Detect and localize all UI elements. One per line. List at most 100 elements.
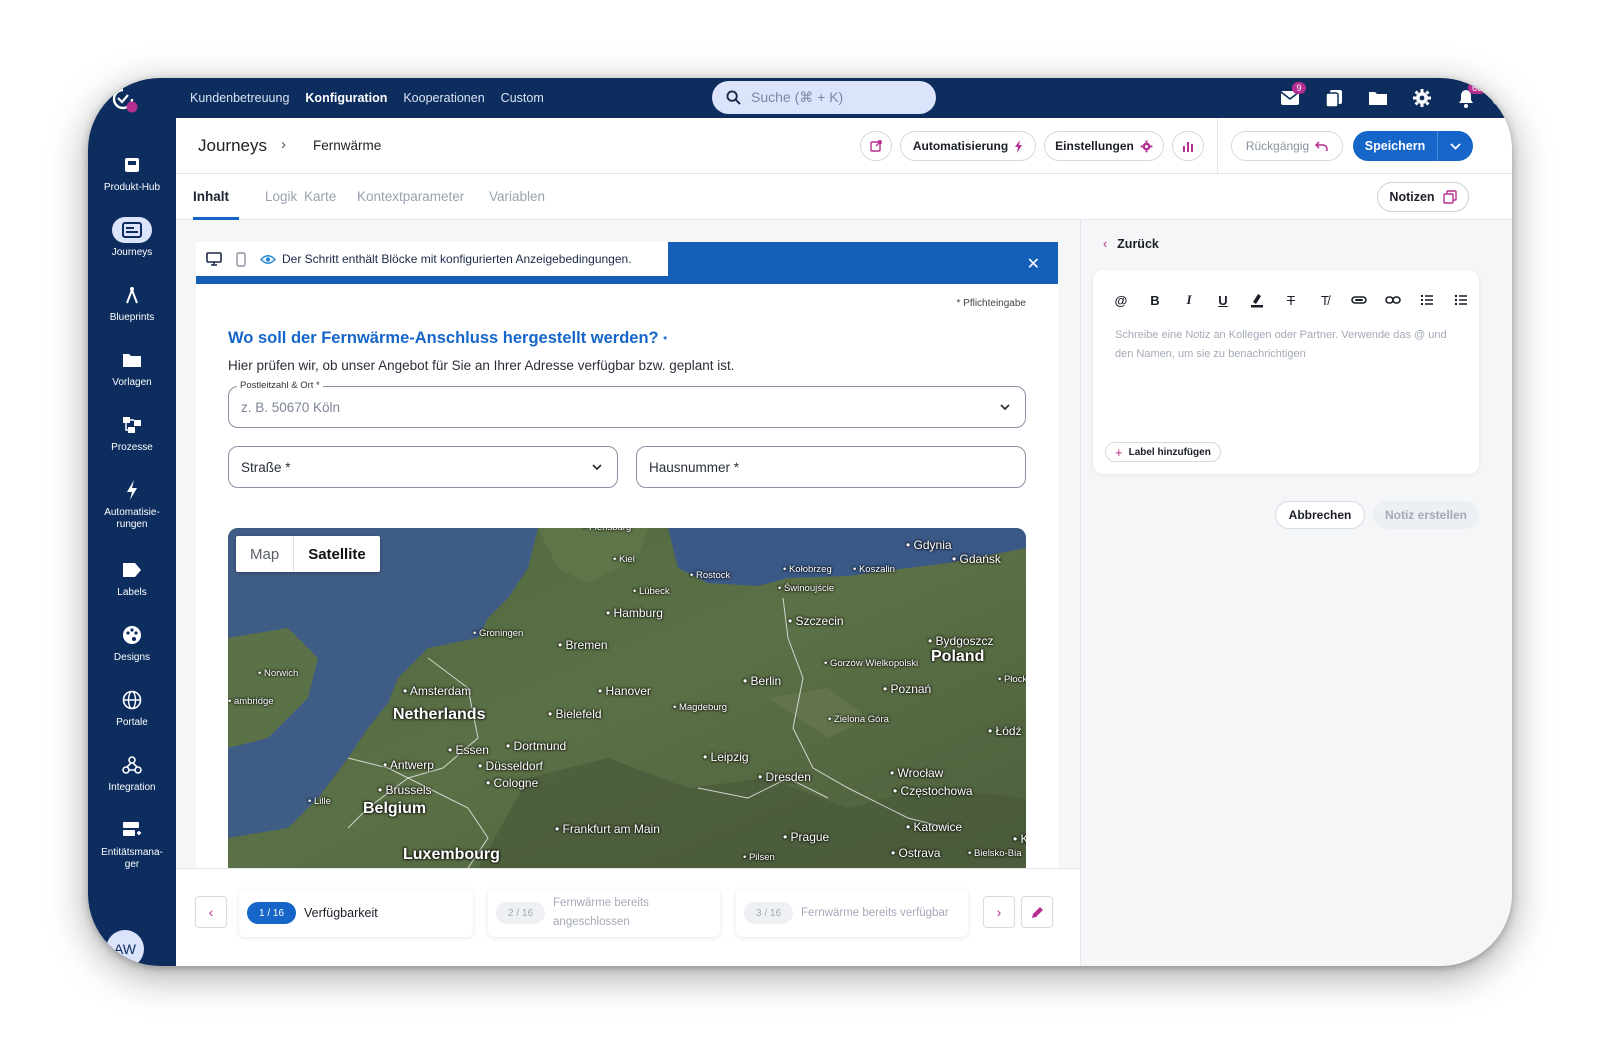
- topnav-item-kooperationen[interactable]: Kooperationen: [403, 91, 484, 105]
- sidebar-item-produkt-hub[interactable]: Produkt-Hub: [88, 152, 176, 194]
- sidebar-item-blueprints[interactable]: Blueprints: [88, 282, 176, 324]
- italic-icon[interactable]: I: [1179, 290, 1199, 310]
- street-label: Straße *: [241, 459, 291, 475]
- next-step-button[interactable]: ›: [983, 896, 1015, 928]
- save-dropdown-button[interactable]: [1437, 131, 1473, 161]
- strikethrough-icon[interactable]: T: [1281, 290, 1301, 310]
- underline-icon[interactable]: U: [1213, 290, 1233, 310]
- breadcrumb-root[interactable]: Journeys: [198, 136, 267, 156]
- cancel-button[interactable]: Abbrechen: [1275, 501, 1365, 529]
- tab-kontextparameter[interactable]: Kontextparameter: [357, 189, 464, 204]
- folder-icon: [1369, 92, 1387, 105]
- avatar[interactable]: AW: [106, 930, 144, 966]
- webhook-icon: [112, 752, 152, 778]
- sidebar-item-labels[interactable]: Labels: [88, 557, 176, 599]
- link-icon[interactable]: [1383, 290, 1403, 310]
- bold-icon[interactable]: B: [1145, 290, 1165, 310]
- map-label: • Leipzig: [703, 750, 749, 764]
- notifications-button[interactable]: 68: [1444, 78, 1488, 118]
- sidebar-item-automatisierungen[interactable]: Automatisie-rungen: [88, 477, 176, 531]
- sidebar-item-entitaetsmanager[interactable]: Entitätsmana-ger: [88, 817, 176, 871]
- search-placeholder: Suche (⌘ + K): [751, 89, 844, 105]
- settings-label: Einstellungen: [1055, 139, 1134, 153]
- clear-format-icon[interactable]: T̸: [1315, 290, 1335, 310]
- postal-code-placeholder: z. B. 50670 Köln: [241, 399, 341, 415]
- create-note-button[interactable]: Notiz erstellen: [1373, 501, 1479, 529]
- back-label: Zurück: [1117, 237, 1159, 251]
- topnav-item-konfiguration[interactable]: Konfiguration: [305, 91, 387, 105]
- save-label: Speichern: [1364, 139, 1426, 153]
- notes-button[interactable]: Notizen: [1377, 182, 1469, 212]
- topnav-item-custom[interactable]: Custom: [501, 91, 544, 105]
- map-view[interactable]: Map Satellite • Flensburg • Kiel • Rostock…: [228, 528, 1026, 868]
- chevron-left-icon: ‹: [208, 904, 214, 920]
- tab-inhalt[interactable]: Inhalt: [193, 189, 229, 204]
- previous-step-button[interactable]: ‹: [195, 896, 227, 928]
- add-label-button[interactable]: + Label hinzufügen: [1105, 442, 1221, 462]
- mail-button[interactable]: 9: [1268, 78, 1312, 118]
- save-button[interactable]: Speichern: [1353, 131, 1473, 161]
- map-label: • Kr: [1013, 832, 1026, 846]
- map-label: • Norwich: [258, 668, 299, 679]
- tab-variablen[interactable]: Variablen: [489, 189, 545, 204]
- close-icon[interactable]: ✕: [1027, 254, 1040, 274]
- map-toggle-map[interactable]: Map: [236, 536, 293, 572]
- settings-button[interactable]: [1400, 78, 1444, 118]
- notes-label: Notizen: [1389, 190, 1435, 204]
- map-label: • Antwerp: [383, 758, 434, 772]
- note-editor[interactable]: @ B I U T T̸ Schreibe eine Notiz an Koll…: [1093, 270, 1479, 474]
- sidebar-item-prozesse[interactable]: Prozesse: [88, 412, 176, 454]
- step-card-1[interactable]: 1 / 16 Verfügbarkeit: [239, 889, 473, 937]
- sidebar-item-portale[interactable]: Portale: [88, 687, 176, 729]
- edit-step-button[interactable]: [1021, 896, 1053, 928]
- back-button[interactable]: ‹ Zurück: [1103, 237, 1159, 251]
- street-field[interactable]: Straße *: [228, 446, 618, 488]
- step-card-2[interactable]: 2 / 16 Fernwärme bereits angeschlossen: [488, 889, 720, 937]
- highlight-icon[interactable]: [1247, 290, 1267, 310]
- desktop-icon[interactable]: [206, 252, 222, 266]
- automation-button[interactable]: Automatisierung: [900, 131, 1036, 161]
- user-icon: [1492, 90, 1508, 106]
- copy-button[interactable]: [1312, 78, 1356, 118]
- mobile-icon[interactable]: [236, 251, 246, 267]
- tab-karte[interactable]: Karte: [304, 189, 336, 204]
- info-content: Der Schritt enthält Blöcke mit konfiguri…: [196, 242, 668, 276]
- bullet-list-icon[interactable]: [1451, 290, 1471, 310]
- ordered-list-icon[interactable]: [1417, 290, 1437, 310]
- app-logo[interactable]: [110, 86, 138, 114]
- top-navigation: Kundenbetreuung Konfiguration Kooperatio…: [190, 78, 544, 118]
- at-icon[interactable]: @: [1111, 290, 1131, 310]
- note-placeholder[interactable]: Schreibe eine Notiz an Kollegen oder Par…: [1115, 326, 1465, 364]
- sidebar-item-journeys[interactable]: Journeys: [88, 217, 176, 259]
- step-title: Verfügbarkeit: [304, 906, 378, 920]
- map-label: • Lille: [308, 796, 331, 807]
- tab-logik[interactable]: Logik: [265, 189, 297, 204]
- map-label: • Bielefeld: [548, 707, 602, 721]
- map-label: • Amsterdam: [403, 684, 472, 698]
- chevron-down-icon: [1000, 404, 1010, 411]
- topnav-item-kundenbetreuung[interactable]: Kundenbetreuung: [190, 91, 289, 105]
- sidebar-item-designs[interactable]: Designs: [88, 622, 176, 664]
- folder-button[interactable]: [1356, 78, 1400, 118]
- map-toggle-satellite[interactable]: Satellite: [293, 536, 380, 572]
- profile-button[interactable]: [1488, 78, 1512, 118]
- palette-icon: [112, 622, 152, 648]
- map-label: • Świnoujście: [778, 583, 835, 594]
- map-label: • Düsseldorf: [478, 759, 543, 773]
- search-input[interactable]: Suche (⌘ + K): [712, 81, 936, 114]
- sidebar-item-label: Labels: [117, 587, 147, 598]
- analytics-button[interactable]: [1172, 131, 1204, 161]
- sidebar-item-integration[interactable]: Integration: [88, 752, 176, 794]
- settings-button[interactable]: Einstellungen: [1044, 131, 1164, 161]
- house-number-field[interactable]: Hausnummer *: [636, 446, 1026, 488]
- postal-code-field[interactable]: Postleitzahl & Ort * z. B. 50670 Köln: [228, 380, 1026, 428]
- formatting-toolbar: @ B I U T T̸: [1111, 290, 1471, 310]
- sidebar-item-vorlagen[interactable]: Vorlagen: [88, 347, 176, 389]
- top-icons: 9 68: [1268, 78, 1512, 118]
- open-external-button[interactable]: [860, 131, 892, 161]
- gear-icon: [1140, 140, 1153, 152]
- attachment-icon[interactable]: [1349, 290, 1369, 310]
- step-card-3[interactable]: 3 / 16 Fernwärme bereits verfügbar: [736, 889, 968, 937]
- undo-button[interactable]: Rückgängig: [1231, 131, 1343, 161]
- map-type-toggle[interactable]: Map Satellite: [236, 536, 380, 572]
